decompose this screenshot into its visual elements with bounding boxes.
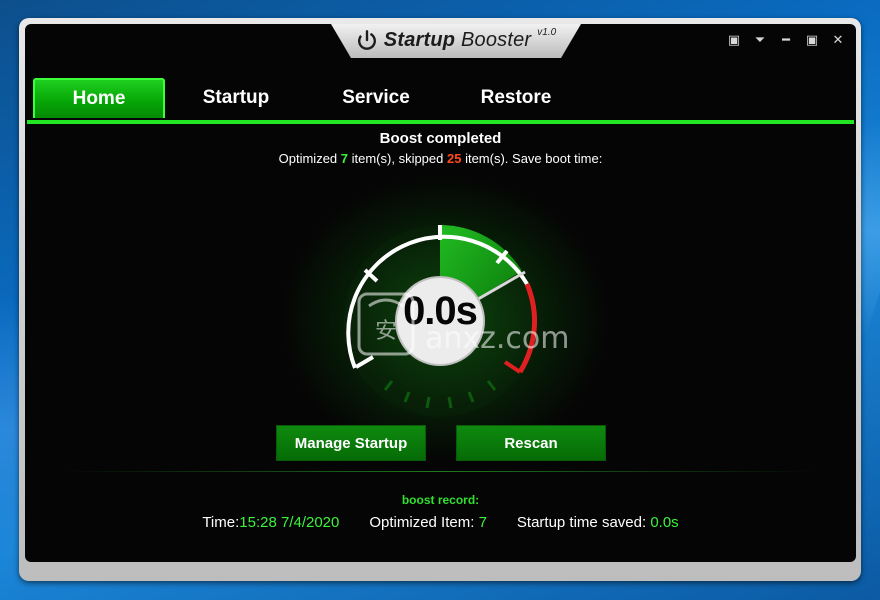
- record-time: Time:15:28 7/4/2020: [202, 514, 340, 531]
- app-window: Startup Booster v1.0 ▣ ⏷ ━ ▣ ✕ Home Star…: [25, 24, 856, 562]
- tab-bar: Home Startup Service Restore: [25, 78, 856, 124]
- tab-restore[interactable]: Restore: [451, 78, 581, 118]
- tab-underline: [27, 120, 854, 124]
- save-icon[interactable]: ▣: [726, 32, 742, 48]
- optimized-count: 7: [340, 151, 349, 166]
- app-version: v1.0: [537, 26, 557, 38]
- record-optimized: Optimized Item: 7: [369, 514, 487, 531]
- status-summary: Optimized 7 item(s), skipped 25 item(s).…: [278, 151, 603, 166]
- boost-record: Time:15:28 7/4/2020 Optimized Item: 7 St…: [25, 514, 856, 531]
- minimize-icon[interactable]: ━: [778, 32, 794, 48]
- skipped-count: 25: [447, 151, 462, 166]
- tab-startup[interactable]: Startup: [171, 78, 301, 118]
- divider: [65, 471, 815, 472]
- gauge-value: 0.0s: [403, 289, 478, 333]
- boost-record-title: boost record:: [401, 493, 480, 507]
- menu-dropdown-icon[interactable]: ⏷: [752, 32, 768, 48]
- tab-home[interactable]: Home: [33, 78, 165, 118]
- status-title: Boost completed: [379, 130, 502, 147]
- maximize-icon[interactable]: ▣: [804, 32, 820, 48]
- window-controls: ▣ ⏷ ━ ▣ ✕: [726, 32, 846, 48]
- rescan-button[interactable]: Rescan: [456, 425, 606, 461]
- close-icon[interactable]: ✕: [830, 32, 846, 48]
- record-saved: Startup time saved: 0.0s: [516, 514, 679, 531]
- manage-startup-button[interactable]: Manage Startup: [276, 425, 426, 461]
- tab-service[interactable]: Service: [311, 78, 441, 118]
- app-title: Startup Booster: [383, 28, 532, 51]
- power-icon: [357, 30, 376, 50]
- title-bar[interactable]: Startup Booster v1.0: [347, 24, 565, 56]
